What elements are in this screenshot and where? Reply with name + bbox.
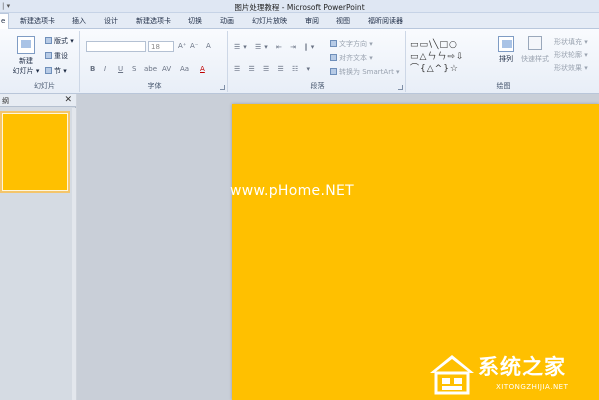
- section-label: 节 ▾: [54, 67, 67, 75]
- tab-review[interactable]: 审阅: [305, 16, 319, 26]
- tab-insert[interactable]: 插入: [72, 16, 86, 26]
- bold-button[interactable]: B: [90, 65, 95, 73]
- text-direction-button[interactable]: 文字方向 ▾: [330, 39, 373, 49]
- underline-button[interactable]: U: [118, 65, 123, 73]
- text-direction-label: 文字方向 ▾: [339, 40, 373, 48]
- tab-new-1[interactable]: 新建选项卡: [20, 16, 55, 26]
- outline-tab[interactable]: 纲: [2, 96, 9, 106]
- list-buttons[interactable]: ☰▾ ☰▾ ⇤ ⇥ ‖▾: [234, 43, 317, 51]
- new-slide-icon: [17, 36, 35, 54]
- shapes-gallery[interactable]: ▭▭\╲□○ ▭△ㄣㄣ⇨⇩ ⌒{△^}☆: [410, 39, 490, 74]
- grow-font-button[interactable]: A⁺: [178, 42, 186, 50]
- reset-label: 重设: [54, 52, 68, 60]
- slide-thumbnail[interactable]: [3, 114, 67, 190]
- group-drawing-label: 绘图: [496, 82, 511, 90]
- quick-styles-button[interactable]: 快速样式: [518, 36, 552, 64]
- align-text-button[interactable]: 对齐文本 ▾: [330, 53, 373, 63]
- align-text-icon: [330, 54, 337, 61]
- font-size-value: 18: [151, 43, 160, 51]
- group-slides: 新建 幻灯片 ▾ 版式 ▾ 重设 节 ▾ 幻灯片: [10, 31, 80, 92]
- text-direction-icon: [330, 40, 337, 47]
- group-paragraph: ☰▾ ☰▾ ⇤ ⇥ ‖▾ ☰ ☰ ☰ ☰ ☷ ▾ 文字方向 ▾ 对齐文本 ▾ 转…: [230, 31, 406, 92]
- tab-home[interactable]: e: [0, 13, 10, 30]
- font-dialog-launcher[interactable]: [220, 85, 225, 90]
- site-logo: 系统之家 XITONGZHIJIA.NET: [426, 349, 596, 399]
- new-slide-button[interactable]: 新建 幻灯片 ▾: [12, 36, 40, 76]
- align-buttons[interactable]: ☰ ☰ ☰ ☰ ☷ ▾: [234, 65, 313, 73]
- slide-thumbnail-selected[interactable]: [0, 111, 70, 193]
- site-subtitle: XITONGZHIJIA.NET: [496, 383, 569, 391]
- tab-new-2[interactable]: 新建选项卡: [136, 16, 171, 26]
- smartart-label: 转换为 SmartArt ▾: [339, 68, 400, 76]
- group-font: 18 A⁺ A⁻ A B I U S abe AV Aa A 字体: [82, 31, 228, 92]
- shapes-row-2: ▭△ㄣㄣ⇨⇩: [410, 52, 465, 62]
- panel-scrollbar[interactable]: [72, 108, 76, 400]
- shape-effects-button[interactable]: 形状效果 ▾: [554, 63, 588, 73]
- char-spacing-button[interactable]: AV: [162, 65, 171, 73]
- arrange-label: 排列: [499, 55, 513, 63]
- tab-transitions[interactable]: 切换: [188, 16, 202, 26]
- group-drawing: ▭▭\╲□○ ▭△ㄣㄣ⇨⇩ ⌒{△^}☆ 排列 快速样式 形状填充 ▾ 形状轮廓…: [408, 31, 599, 92]
- layout-button[interactable]: 版式 ▾: [45, 36, 74, 46]
- quick-styles-label: 快速样式: [521, 55, 549, 63]
- tab-design[interactable]: 设计: [104, 16, 118, 26]
- group-paragraph-label: 段落: [310, 82, 325, 90]
- arrange-icon: [498, 36, 514, 52]
- ribbon-tabs: e 新建选项卡 插入 设计 新建选项卡 切换 动画 幻灯片放映 审阅 视图 福昕…: [0, 13, 599, 30]
- font-name-combo[interactable]: [86, 41, 146, 52]
- shrink-font-button[interactable]: A⁻: [190, 42, 198, 50]
- tab-view[interactable]: 视图: [336, 16, 350, 26]
- section-button[interactable]: 节 ▾: [45, 66, 67, 76]
- title-bar: | ▾ 图片处理教程 - Microsoft PowerPoint: [0, 0, 599, 13]
- new-slide-label: 新建: [19, 57, 33, 65]
- font-size-combo[interactable]: 18: [148, 41, 174, 52]
- layout-label: 版式 ▾: [54, 37, 74, 45]
- tab-animations[interactable]: 动画: [220, 16, 234, 26]
- shadow-button[interactable]: S: [132, 65, 136, 73]
- shape-fill-button[interactable]: 形状填充 ▾: [554, 37, 588, 47]
- section-icon: [45, 67, 52, 74]
- close-icon[interactable]: ✕: [64, 95, 72, 105]
- clear-format-button[interactable]: A: [206, 42, 211, 50]
- reset-button[interactable]: 重设: [45, 51, 68, 61]
- site-title: 系统之家: [478, 355, 566, 379]
- slides-panel-header: 纲 ✕: [0, 94, 76, 107]
- italic-button[interactable]: I: [104, 65, 106, 73]
- group-slides-label: 幻灯片: [34, 82, 55, 90]
- font-color-button[interactable]: A: [200, 65, 205, 73]
- house-logo-icon: [430, 355, 474, 395]
- quick-styles-icon: [528, 36, 542, 50]
- align-text-label: 对齐文本 ▾: [339, 54, 373, 62]
- shapes-row-1: ▭▭\╲□○: [410, 40, 458, 50]
- layout-icon: [45, 37, 52, 44]
- ribbon: 新建 幻灯片 ▾ 版式 ▾ 重设 节 ▾ 幻灯片 18 A⁺ A⁻ A B I …: [0, 29, 599, 94]
- new-slide-sublabel: 幻灯片 ▾: [12, 67, 40, 75]
- reset-icon: [45, 52, 52, 59]
- shapes-row-3: ⌒{△^}☆: [410, 64, 459, 74]
- shape-outline-button[interactable]: 形状轮廓 ▾: [554, 50, 588, 60]
- watermark-text: www.pHome.NET: [230, 183, 354, 199]
- smartart-button[interactable]: 转换为 SmartArt ▾: [330, 67, 400, 77]
- group-font-label: 字体: [147, 82, 162, 90]
- strikethrough-button[interactable]: abe: [144, 65, 157, 73]
- window-title: 图片处理教程 - Microsoft PowerPoint: [234, 3, 365, 12]
- slides-panel: 纲 ✕: [0, 94, 76, 400]
- paragraph-dialog-launcher[interactable]: [398, 85, 403, 90]
- tab-foxit-reader[interactable]: 福昕阅读器: [368, 16, 403, 26]
- tab-slideshow[interactable]: 幻灯片放映: [252, 16, 287, 26]
- arrange-button[interactable]: 排列: [494, 36, 518, 64]
- change-case-button[interactable]: Aa: [180, 65, 189, 73]
- smartart-icon: [330, 68, 337, 75]
